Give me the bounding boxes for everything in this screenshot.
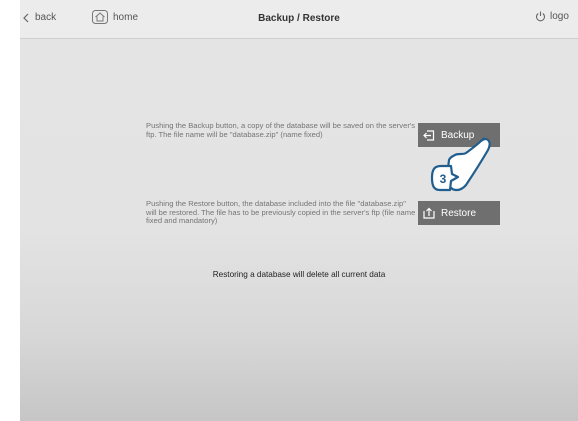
step-number: 3 bbox=[440, 172, 447, 186]
step-callout: 3 bbox=[430, 137, 491, 192]
pointer-hand-icon bbox=[446, 137, 491, 192]
